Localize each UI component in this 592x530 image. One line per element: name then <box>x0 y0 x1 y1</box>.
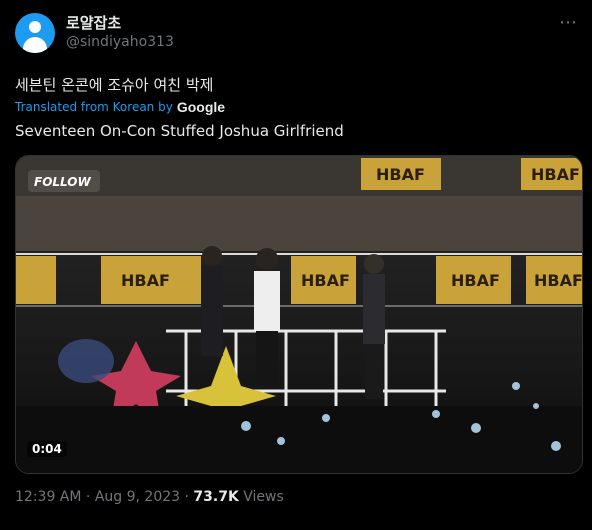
author-handle[interactable]: @sindiyaho313 <box>66 34 174 50</box>
translation-attribution[interactable]: Translated from Korean by Google <box>15 99 225 115</box>
views-count: 73.7K <box>193 489 239 505</box>
google-logo: Google <box>176 99 226 115</box>
tweet-time[interactable]: 12:39 AM <box>15 489 81 505</box>
meta-separator: · <box>184 489 189 505</box>
video-frame: HBAF HBAF HBAF HBAF HBAF HBAF FOLLOW <box>16 156 582 473</box>
author-display-name[interactable]: 로얄잡초 <box>66 12 121 33</box>
tweet-meta: 12:39 AM · Aug 9, 2023 · 73.7K Views <box>15 489 284 505</box>
views-label: Views <box>243 489 284 505</box>
jellyfish-prop <box>58 339 114 383</box>
overlay-logo: FOLLOW <box>34 175 91 189</box>
avatar[interactable] <box>15 13 55 53</box>
banner-label: HBAF <box>531 165 580 184</box>
avatar-body-shape <box>23 37 47 53</box>
banner-label: HBAF <box>121 271 170 290</box>
tweet-date[interactable]: Aug 9, 2023 <box>95 489 180 505</box>
crowd <box>16 406 582 473</box>
tweet-text-original: 세븐틴 온콘에 조슈아 여친 박제 <box>15 76 214 94</box>
translated-label: Translated from Korean by <box>15 100 173 114</box>
video-time-badge: 0:04 <box>27 441 67 457</box>
banner-label: HBAF <box>451 271 500 290</box>
video-player[interactable]: HBAF HBAF HBAF HBAF HBAF HBAF FOLLOW <box>15 155 583 474</box>
more-options-icon[interactable]: ⋯ <box>559 12 578 33</box>
avatar-head-shape <box>29 21 41 33</box>
banner-label: HBAF <box>376 165 425 184</box>
banner-label: HBAF <box>301 271 350 290</box>
tweet-text-translated: Seventeen On-Con Stuffed Joshua Girlfrie… <box>15 122 344 140</box>
banner-label: HBAF <box>534 271 582 290</box>
meta-separator: · <box>85 489 91 505</box>
